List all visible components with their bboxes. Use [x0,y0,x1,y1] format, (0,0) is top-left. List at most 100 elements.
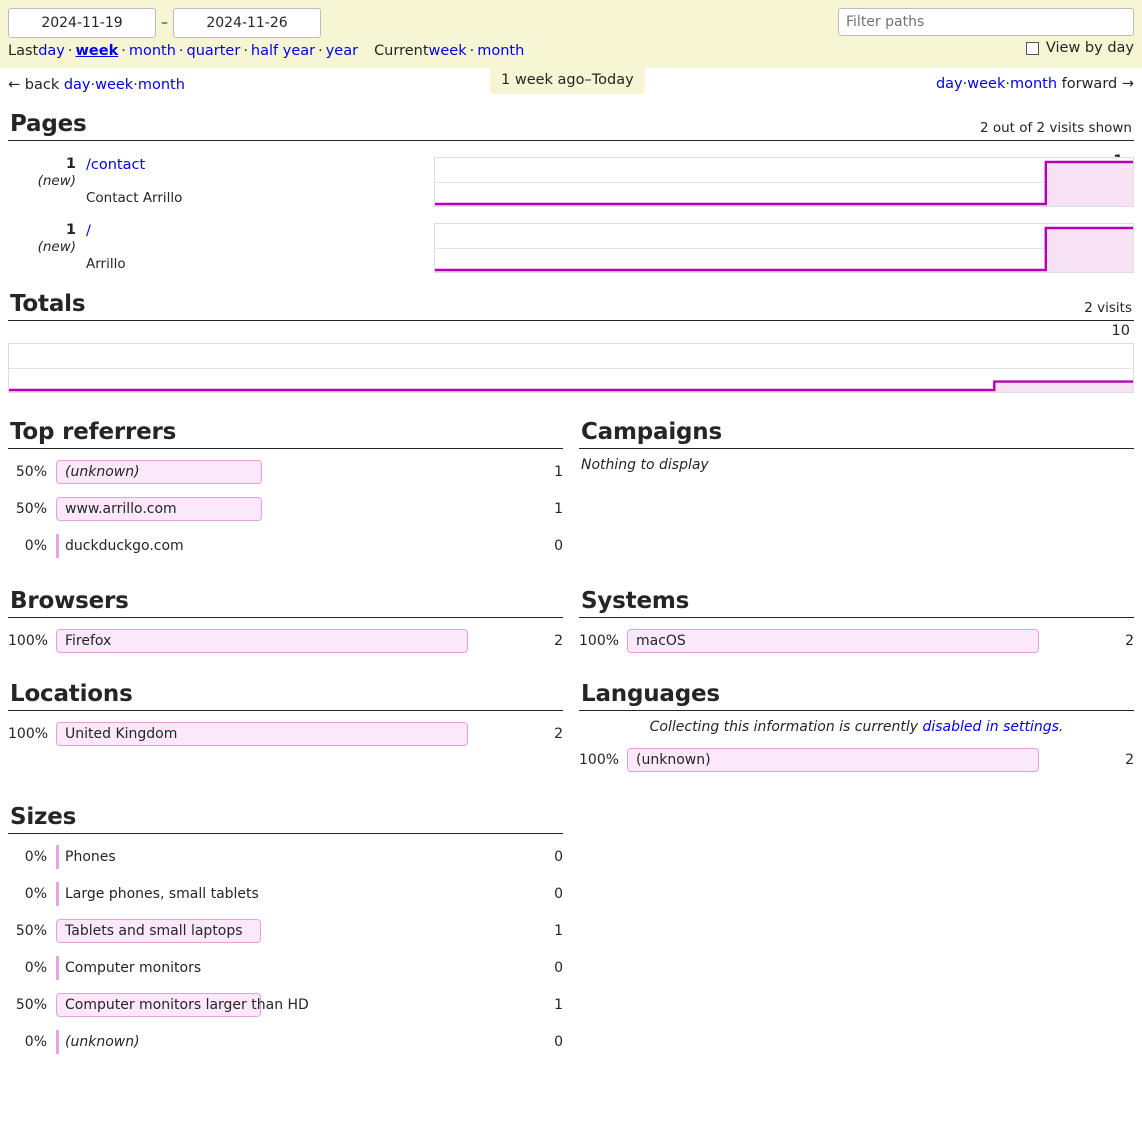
bar-percent: 50% [8,923,56,939]
period-shortcuts: Last day·week·month·quarter·half year·ye… [8,43,1134,59]
locations-header: Locations [0,681,571,711]
period-separator: · [179,43,184,59]
pages-heading: Pages [10,111,1134,137]
back-period-week[interactable]: week [95,77,133,93]
totals-heading: Totals [10,291,1134,317]
bar-label: (unknown) [636,748,711,772]
bar-count: 1 [517,464,563,480]
bar-track: (unknown) [56,460,517,484]
sizes-heading: Sizes [10,804,563,830]
totals-chart[interactable] [8,343,1134,393]
date-start-input[interactable] [8,8,156,38]
current-period-month[interactable]: month [477,43,524,59]
forward-navigation: day·week·month forward → [936,76,1134,92]
bar-track: macOS [627,629,1088,653]
browsers-divider [8,617,563,618]
current-label: Current [374,43,428,59]
bar-count: 0 [517,960,563,976]
bar-row[interactable]: 100%Firefox2 [8,622,563,659]
bar-row[interactable]: 50%www.arrillo.com1 [8,490,563,527]
page-path-link[interactable]: / [86,223,91,239]
bar-row[interactable]: 0%duckduckgo.com0 [8,527,563,564]
forward-period-month[interactable]: month [1010,76,1057,92]
campaigns-divider [579,448,1134,449]
bar-row[interactable]: 0%Large phones, small tablets0 [8,875,563,912]
locations-list: 100%United Kingdom2 [0,715,571,752]
filter-paths-input[interactable] [838,8,1134,36]
date-end-input[interactable] [173,8,321,38]
back-period-day[interactable]: day [64,77,91,93]
bar-row[interactable]: 0%Phones0 [8,838,563,875]
bar-percent: 100% [8,633,56,649]
bar-track: Tablets and small laptops [56,919,517,943]
view-by-day-checkbox[interactable] [1026,42,1039,55]
back-period-links: day·week·month [64,77,185,93]
totals-divider [8,320,1134,321]
bar-label: (unknown) [65,460,140,484]
languages-settings-link[interactable]: disabled in settings [922,719,1058,735]
sizes-right-spacer [571,784,1142,1060]
page-visits-chart[interactable] [434,223,1134,273]
current-period-week[interactable]: week [429,43,467,59]
last-period-month[interactable]: month [129,43,176,59]
browsers-list: 100%Firefox2 [0,622,571,659]
bar-row[interactable]: 50%(unknown)1 [8,453,563,490]
bar-row[interactable]: 0%(unknown)0 [8,1023,563,1060]
last-period-week[interactable]: week [76,43,119,59]
bar-fill [56,1030,59,1054]
stats-row-browsers-systems: Browsers 100%Firefox2 Systems 100%macOS2 [0,570,1142,659]
chart-gridline [9,368,1133,369]
totals-chart-max-label: 10 [1112,323,1130,339]
page-new-label: (new) [8,173,76,190]
bar-label: (unknown) [65,1030,140,1054]
bar-row[interactable]: 100%macOS2 [579,622,1134,659]
last-period-day[interactable]: day [38,43,65,59]
page-title-text: Arrillo [86,256,434,273]
systems-divider [579,617,1134,618]
page-row: 1(new)/Arrillo [0,221,1142,273]
range-navigation: ← back day·week·month 1 week ago–Today d… [0,68,1142,102]
pages-divider [8,140,1134,141]
page-title-text: Contact Arrillo [86,190,434,207]
page-visits-chart[interactable] [434,157,1134,207]
page-chart-column: 1 [434,155,1134,207]
stats-row-sizes: Sizes 0%Phones00%Large phones, small tab… [0,784,1142,1060]
last-period-quarter[interactable]: quarter [187,43,241,59]
campaigns-header: Campaigns [571,419,1142,449]
period-separator: · [68,43,73,59]
view-by-day-toggle[interactable]: View by day [1026,40,1134,56]
campaigns-heading: Campaigns [581,419,1134,445]
bar-row[interactable]: 0%Computer monitors0 [8,949,563,986]
last-period-half-year[interactable]: half year [251,43,315,59]
systems-list: 100%macOS2 [571,622,1142,659]
bar-row[interactable]: 50%Tablets and small laptops1 [8,912,563,949]
back-period-month[interactable]: month [138,77,185,93]
bar-track: (unknown) [56,1030,517,1054]
campaigns-section: Campaigns Nothing to display [571,399,1142,564]
systems-section: Systems 100%macOS2 [571,570,1142,659]
bar-row[interactable]: 100%(unknown)2 [579,741,1134,778]
bar-percent: 0% [8,886,56,902]
bar-count: 1 [517,997,563,1013]
top-referrers-heading: Top referrers [10,419,563,445]
forward-period-links: day·week·month [936,76,1057,92]
bar-count: 1 [517,501,563,517]
page-new-label: (new) [8,239,76,256]
forward-period-day[interactable]: day [936,76,963,92]
forward-arrow-label: forward → [1062,76,1134,92]
top-referrers-header: Top referrers [0,419,571,449]
last-period-year[interactable]: year [326,43,358,59]
browsers-heading: Browsers [10,588,563,614]
page-meta: / Arrillo [86,221,434,273]
bar-row[interactable]: 50%Computer monitors larger than HD1 [8,986,563,1023]
languages-header: Languages [571,681,1142,711]
bar-label: Firefox [65,629,111,653]
page-path-link[interactable]: /contact [86,157,145,173]
bar-percent: 0% [8,538,56,554]
bar-row[interactable]: 100%United Kingdom2 [8,715,563,752]
bar-label: Computer monitors larger than HD [65,993,309,1017]
languages-disabled-notice: Collecting this information is currently… [571,711,1142,737]
forward-period-week[interactable]: week [967,76,1005,92]
page-row: 1(new)/contactContact Arrillo1 [0,155,1142,207]
bar-track: www.arrillo.com [56,497,517,521]
